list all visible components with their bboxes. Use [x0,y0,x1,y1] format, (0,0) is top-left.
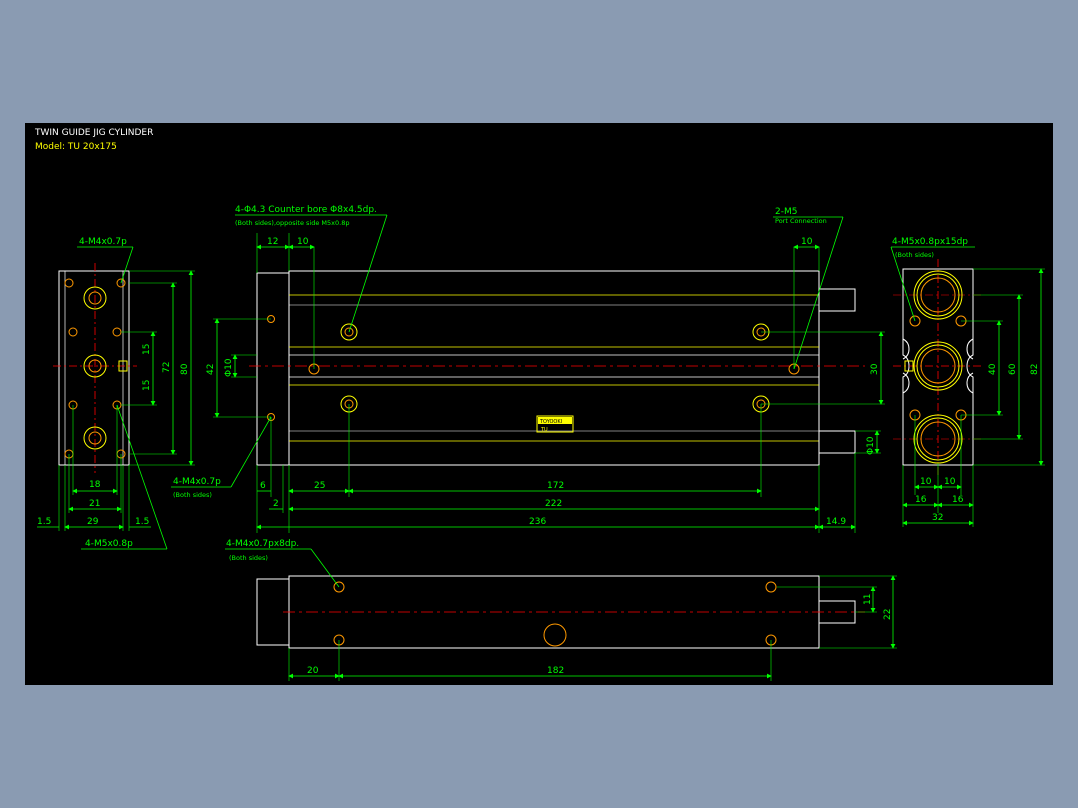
left-dim-29: 29 [87,517,99,527]
front-dim-6: 6 [260,481,266,491]
front-dim-10b: 10 [801,237,813,247]
bottom-center-port [543,623,567,647]
left-dim-15a: 15 [142,344,152,355]
drawing-title: TWIN GUIDE JIG CYLINDER [34,128,153,138]
bottom-thread-subnote: (Both sides) [229,554,268,562]
right-dim-40: 40 [988,363,998,375]
front-dim-30: 30 [870,363,880,375]
front-dim-236: 236 [529,517,546,527]
front-dim-25: 25 [314,481,325,491]
left-dim-72: 72 [162,362,172,373]
front-dim-dia10b: Φ10 [866,436,876,455]
right-dim-10a: 10 [920,477,932,487]
guide-rod-bottom [818,430,856,454]
front-thread-subnote: (Both sides) [173,491,212,499]
left-dim-15b: 15 [142,380,152,391]
port-note: 2-M5 [775,207,797,217]
front-dim-222: 222 [545,499,562,509]
port-subnote: Port Connection [775,217,827,225]
bottom-dim-11: 11 [863,594,873,605]
right-dim-16b: 16 [952,495,964,505]
bottom-view: 4-M4x0.7px8dp. (Both sides) 11 22 20 182 [225,539,897,681]
front-dim-14-9: 14.9 [826,517,846,527]
right-dim-32: 32 [932,513,943,523]
front-dim-2: 2 [273,499,279,509]
end-plate [256,272,290,466]
left-dim-21: 21 [89,499,100,509]
bottom-thread-note: 4-M4x0.7px8dp. [226,539,299,549]
front-dim-42: 42 [206,364,216,375]
counterbore-note: 4-Φ4.3 Counter bore Φ8x4.5dp. [235,205,377,215]
counterbore-subnote: (Both sides),opposite side M5x0.8p [235,219,349,227]
left-bottom-thread-note: 4-M5x0.8p [85,539,133,549]
front-dim-172: 172 [547,481,564,491]
bottom-dim-20: 20 [307,666,319,676]
bottom-dim-182: 182 [547,666,564,676]
right-dim-60: 60 [1008,363,1018,375]
left-dim-18: 18 [89,480,101,490]
right-dim-16a: 16 [915,495,927,505]
front-dim-10a: 10 [297,237,309,247]
left-top-thread-note: 4-M4x0.7p [79,237,127,247]
left-dim-80: 80 [180,363,190,375]
bottom-dim-22: 22 [883,609,893,620]
cad-drawing-canvas: TWIN GUIDE JIG CYLINDER Model: TU 20x175… [25,123,1053,685]
left-end-view: 4-M4x0.7p 4-M5x0.8p 80 72 15 15 18 21 29 [37,237,195,550]
left-dim-1-5b: 1.5 [135,517,149,527]
front-view: TOYOOKI TU 4-Φ4.3 Counter bore Φ8x4.5dp.… [171,205,885,533]
front-thread-note: 4-M4x0.7p [173,477,221,487]
front-dim-12: 12 [267,237,278,247]
drawing-model: Model: TU 20x175 [35,142,117,152]
cylinder-body [288,270,820,466]
right-thread-subnote: (Both sides) [895,251,934,259]
right-end-view: 4-M5x0.8px15dp (Both sides) 40 60 82 10 … [890,237,1045,527]
right-dim-82: 82 [1030,364,1040,375]
front-dim-dia10a: Φ10 [224,358,234,377]
technical-drawing: TWIN GUIDE JIG CYLINDER Model: TU 20x175… [34,128,1045,681]
left-dim-1-5a: 1.5 [37,517,51,527]
right-thread-note: 4-M5x0.8px15dp [892,237,968,247]
label-plate-bottom: TU [540,427,548,433]
right-dim-10b: 10 [944,477,956,487]
guide-rod-top [818,288,856,312]
label-plate-top: TOYOOKI [539,419,562,425]
